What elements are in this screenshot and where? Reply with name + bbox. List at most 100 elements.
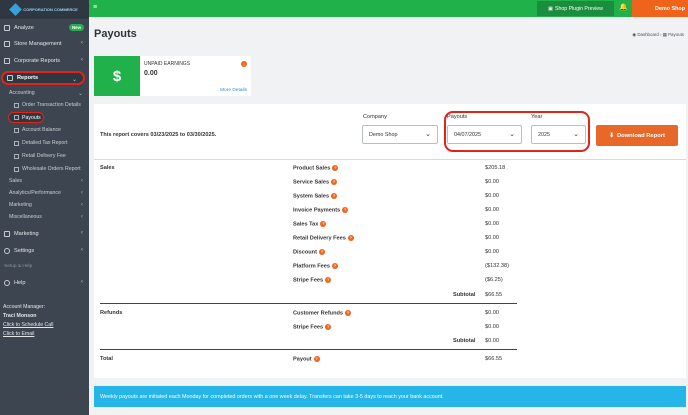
breadcrumb: ◉ Dashboard › ▦ Payouts	[632, 32, 684, 38]
company-select[interactable]: Demo Shop ⌄	[362, 125, 438, 144]
help-icon[interactable]: ?	[342, 207, 349, 213]
info-icon[interactable]: !	[241, 61, 247, 67]
nav-sales[interactable]: Sales ‹	[0, 176, 89, 186]
truck-icon	[14, 153, 19, 159]
nav-corporate-reports-label: Corporate Reports	[14, 57, 61, 64]
help-icon[interactable]: ?	[332, 165, 339, 171]
chevron-left-icon: ‹	[81, 190, 83, 196]
report-coverage-text: This report covers 03/23/2025 to 03/30/2…	[100, 132, 217, 138]
shop-plugin-preview-label: Shop Plugin Preview	[555, 5, 603, 12]
schedule-call-link[interactable]: Click to Schedule Call	[3, 322, 53, 328]
shop-plugin-preview-button[interactable]: ▣ Shop Plugin Preview	[537, 1, 614, 16]
nav-sales-label: Sales	[9, 178, 22, 184]
download-icon: ⬇	[609, 132, 614, 139]
chevron-left-icon: ‹	[81, 230, 83, 236]
nav-order-transaction-details-label: Order Transaction Details	[22, 102, 81, 108]
company-label: Company	[363, 114, 387, 120]
nav-analyze-label: Analyze	[14, 24, 34, 31]
chevron-down-icon: ⌄	[71, 77, 77, 83]
help-icon[interactable]: ?	[331, 179, 338, 185]
chevron-left-icon: ‹	[81, 202, 83, 208]
nav-marketing-label: Marketing	[14, 230, 39, 237]
nav-accounting-label: Accounting	[9, 90, 35, 96]
hamburger-menu-icon[interactable]: ≡	[93, 4, 97, 11]
divider	[94, 159, 686, 160]
nav-wholesale-orders-report[interactable]: Wholesale Orders Report	[0, 164, 89, 174]
divider	[100, 303, 517, 304]
highlight-ring	[444, 111, 590, 152]
nav-corporate-reports[interactable]: Corporate Reports ‹	[0, 54, 89, 67]
breadcrumb-dashboard[interactable]: Dashboard	[637, 32, 658, 37]
account-menu-label: Demo Shop	[655, 5, 685, 12]
store-icon	[4, 40, 10, 47]
chart-icon	[4, 24, 10, 31]
nav-store-management[interactable]: Store Management ‹	[0, 37, 89, 50]
nav-reports[interactable]: Reports ⌄	[1, 71, 85, 85]
bell-icon[interactable]: 🔔	[619, 3, 628, 13]
megaphone-icon	[4, 230, 10, 237]
nav-payouts[interactable]: Payouts	[8, 112, 44, 123]
unpaid-earnings-label: UNPAID EARNINGS	[144, 61, 191, 67]
nav-account-balance[interactable]: Account Balance	[0, 125, 89, 135]
report-row-label: Invoice Payments?	[293, 207, 349, 214]
nav-order-transaction-details[interactable]: Order Transaction Details	[0, 100, 89, 110]
nav-analyze[interactable]: Analyze New	[0, 21, 89, 34]
account-manager-name: Traci Monson	[3, 313, 37, 319]
new-badge: New	[68, 24, 84, 31]
help-icon[interactable]: ?	[331, 193, 338, 199]
sales-section-label: Sales	[100, 165, 115, 171]
nav-detailed-tax-report[interactable]: Detailed Tax Report	[0, 138, 89, 148]
dashboard-icon: ◉	[632, 32, 637, 37]
nav-analytics-performance-label: Analytics/Performance	[9, 190, 61, 196]
help-icon[interactable]: ?	[325, 324, 332, 330]
report-row-value: $0.00	[485, 249, 499, 255]
total-section-label: Total	[100, 356, 113, 362]
nav-marketing-sub-label: Marketing	[9, 202, 32, 208]
email-link[interactable]: Click to Email	[3, 331, 34, 337]
report-row-value: $0.00	[485, 310, 499, 316]
breadcrumb-separator-icon: ›	[660, 32, 662, 37]
download-report-button[interactable]: ⬇ Download Report	[596, 125, 678, 146]
help-icon[interactable]: ?	[320, 221, 327, 227]
help-icon[interactable]: ?	[332, 263, 338, 269]
report-row-value: $205.18	[485, 165, 506, 171]
nav-miscellaneous[interactable]: Miscellaneous ‹	[0, 212, 89, 222]
gear-icon	[4, 247, 10, 254]
nav-retail-delivery-fee[interactable]: Retail Delivery Fee	[0, 151, 89, 161]
nav-marketing[interactable]: Marketing ‹	[0, 227, 89, 240]
report-row-value: ($6.25)	[485, 277, 503, 283]
chevron-left-icon: ‹	[81, 40, 83, 46]
help-icon[interactable]: ?	[313, 356, 320, 362]
nav-analytics-performance[interactable]: Analytics/Performance ‹	[0, 188, 89, 198]
help-icon[interactable]: ?	[325, 277, 332, 283]
nav-help[interactable]: Help ‹	[0, 276, 89, 289]
unpaid-earnings-card: $ UNPAID EARNINGS 0.00 ! More Details	[94, 56, 251, 96]
top-bar: ≡ ▣ Shop Plugin Preview 🔔 Demo Shop	[89, 0, 688, 17]
account-menu-button[interactable]: Demo Shop	[632, 0, 688, 17]
page-title: Payouts	[94, 28, 137, 40]
payout-value: $66.55	[485, 356, 503, 362]
logo-text: CORPORATION COMMERCE	[23, 6, 78, 12]
help-icon[interactable]: ?	[318, 249, 325, 255]
sales-subtotal-value: $66.55	[485, 292, 503, 298]
divider	[100, 349, 517, 350]
refunds-subtotal-value: $0.00	[485, 338, 499, 344]
report-row-label: Stripe Fees?	[293, 277, 332, 284]
sales-subtotal-label: Subtotal	[453, 292, 476, 298]
report-row-label: Sales Tax?	[293, 221, 327, 228]
nav-accounting[interactable]: Accounting ⌄	[0, 88, 89, 98]
refunds-subtotal-label: Subtotal	[453, 338, 476, 344]
document-icon	[14, 102, 19, 108]
help-icon[interactable]: ?	[345, 310, 352, 316]
help-icon[interactable]: ?	[347, 235, 354, 241]
brand-logo[interactable]: CORPORATION COMMERCE	[0, 0, 89, 19]
nav-marketing-sub[interactable]: Marketing ‹	[0, 200, 89, 210]
chevron-down-icon: ⌄	[425, 131, 431, 138]
nav-store-management-label: Store Management	[14, 40, 62, 47]
chevron-left-icon: ‹	[81, 214, 83, 220]
report-row-label: Customer Refunds?	[293, 310, 352, 317]
chevron-left-icon: ‹	[81, 279, 83, 285]
dollar-icon: $	[94, 56, 140, 96]
more-details-link[interactable]: More Details	[220, 88, 247, 93]
nav-settings[interactable]: Settings ‹	[0, 244, 89, 257]
